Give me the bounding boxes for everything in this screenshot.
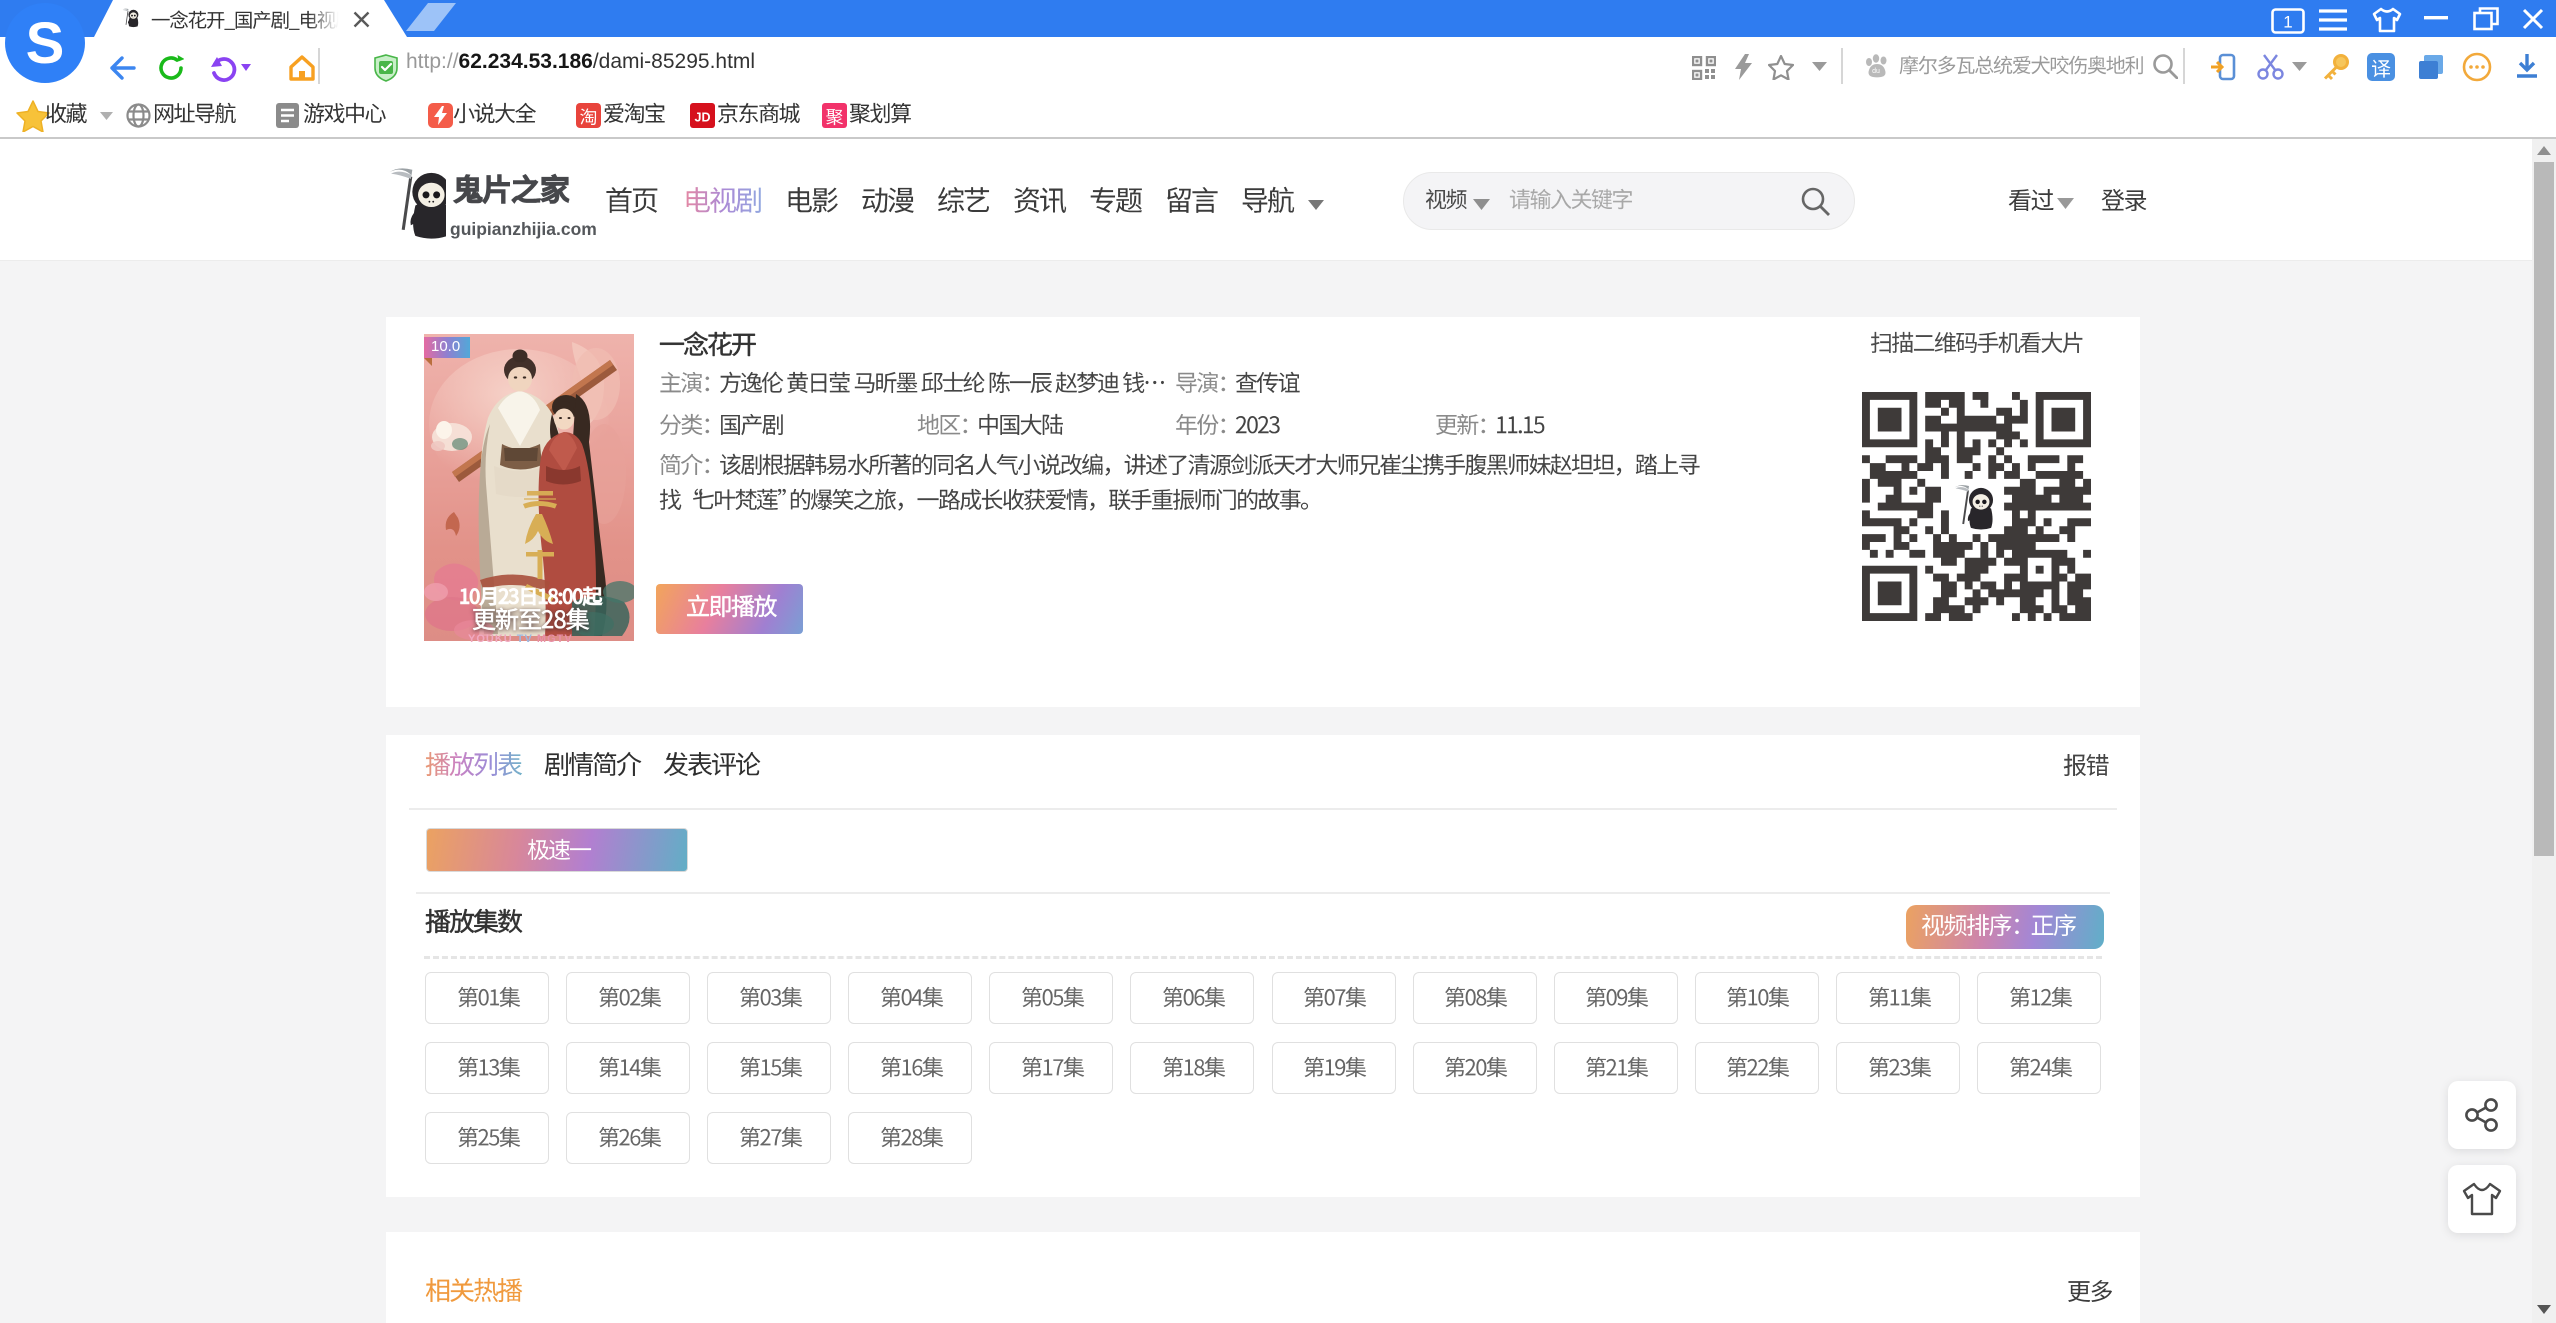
svg-text:du: du xyxy=(1872,68,1880,75)
svg-text:S: S xyxy=(26,11,65,76)
svg-text:JD: JD xyxy=(695,111,711,125)
svg-text:1: 1 xyxy=(2283,13,2292,32)
